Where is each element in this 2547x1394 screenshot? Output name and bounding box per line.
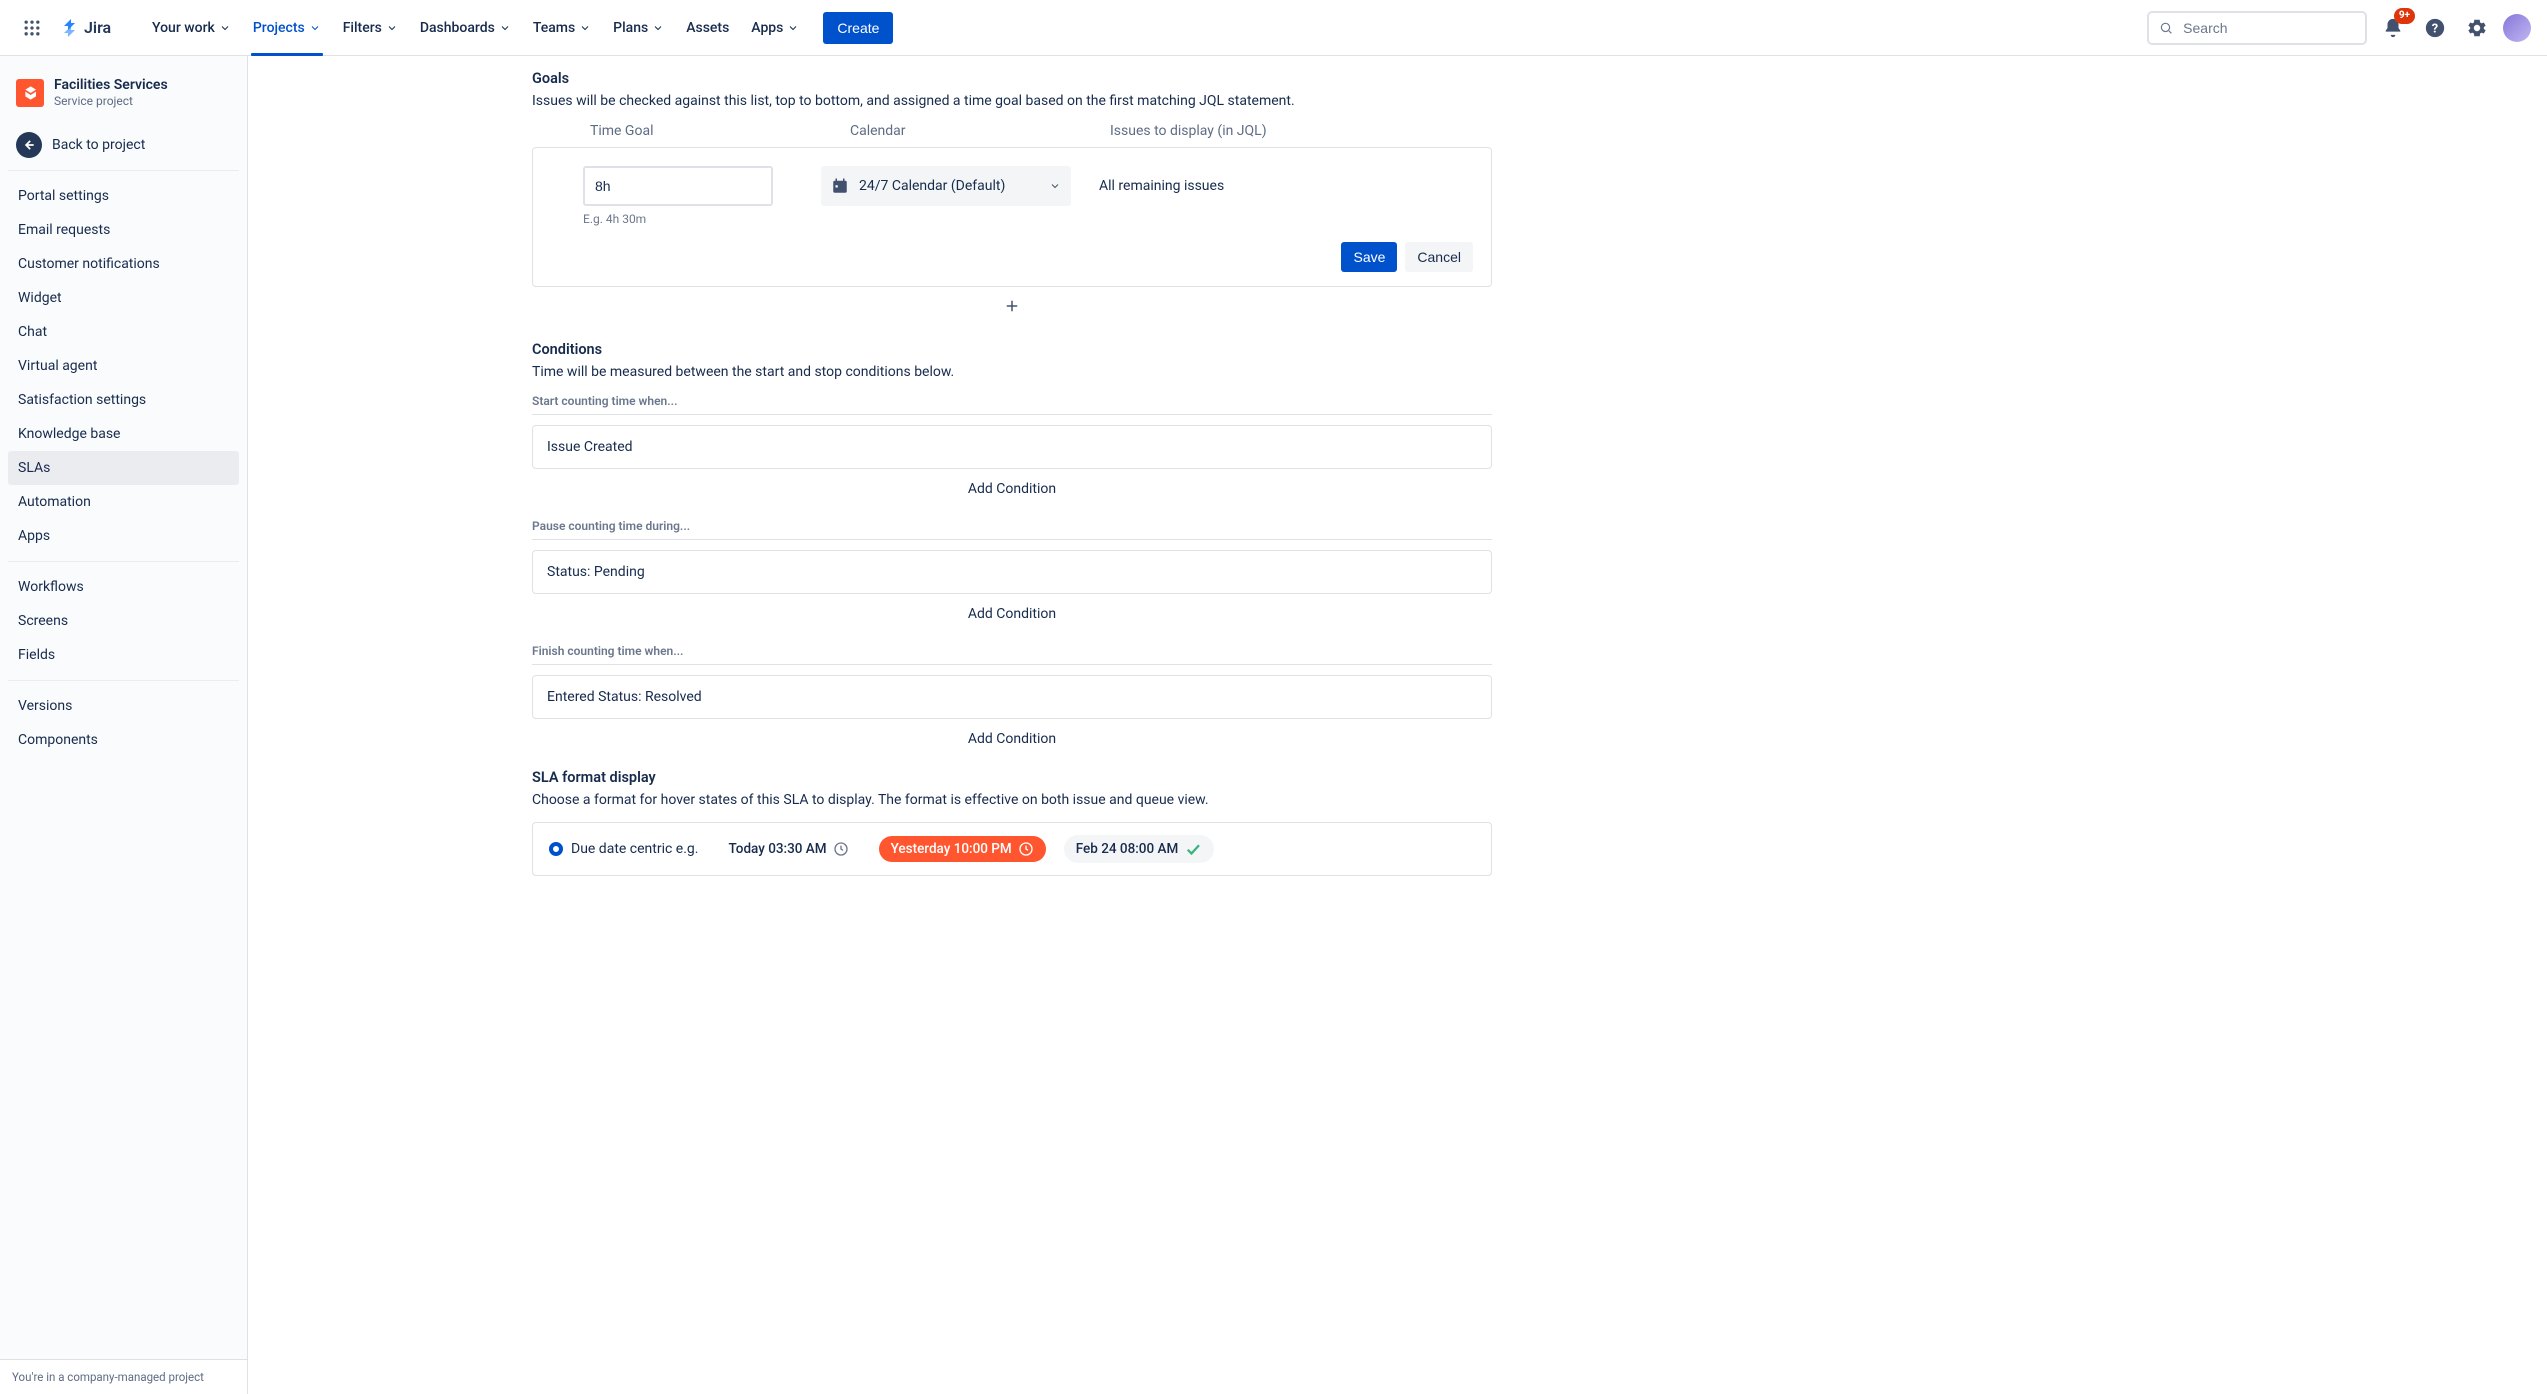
chevron-down-icon — [219, 22, 231, 34]
search-field[interactable] — [2181, 19, 2355, 37]
chevron-down-icon — [579, 22, 591, 34]
app-switcher-icon[interactable] — [16, 12, 48, 44]
sidebar-item-automation[interactable]: Automation — [8, 485, 239, 519]
back-icon — [16, 132, 42, 158]
chevron-down-icon — [309, 22, 321, 34]
sidebar: Facilities Services Service project Back… — [0, 56, 248, 1394]
start-label: Start counting time when... — [532, 394, 1492, 408]
sidebar-item-customer-notifications[interactable]: Customer notifications — [8, 247, 239, 281]
jira-logo[interactable]: Jira — [60, 16, 130, 40]
start-condition[interactable]: Issue Created — [532, 425, 1492, 469]
sidebar-item-widget[interactable]: Widget — [8, 281, 239, 315]
goals-title: Goals — [532, 70, 1492, 87]
goal-editor: 24/7 Calendar (Default) All remaining is… — [532, 147, 1492, 287]
format-desc: Choose a format for hover states of this… — [532, 792, 1492, 808]
add-start-condition[interactable]: Add Condition — [532, 477, 1492, 503]
jql-value: All remaining issues — [1081, 178, 1473, 194]
notifications-badge: 9+ — [2394, 8, 2415, 24]
nav-item-filters[interactable]: Filters — [333, 14, 408, 42]
help-icon[interactable]: ? — [2419, 12, 2451, 44]
svg-text:?: ? — [2432, 21, 2438, 36]
project-type: Service project — [54, 94, 168, 110]
nav-item-assets[interactable]: Assets — [676, 14, 739, 42]
sidebar-item-components[interactable]: Components — [8, 723, 239, 757]
back-to-project[interactable]: Back to project — [0, 122, 247, 170]
save-button[interactable]: Save — [1341, 242, 1397, 272]
format-option-label: Due date centric e.g. — [571, 841, 698, 857]
sidebar-item-knowledge-base[interactable]: Knowledge base — [8, 417, 239, 451]
add-finish-condition[interactable]: Add Condition — [532, 727, 1492, 753]
cancel-button[interactable]: Cancel — [1405, 242, 1473, 272]
sidebar-item-versions[interactable]: Versions — [8, 689, 239, 723]
project-header: Facilities Services Service project — [0, 56, 247, 122]
sidebar-item-screens[interactable]: Screens — [8, 604, 239, 638]
svg-text:Jira: Jira — [84, 18, 111, 37]
project-icon — [16, 79, 44, 107]
add-goal-button[interactable] — [532, 297, 1492, 315]
goals-desc: Issues will be checked against this list… — [532, 93, 1492, 109]
add-pause-condition[interactable]: Add Condition — [532, 602, 1492, 628]
sidebar-item-satisfaction-settings[interactable]: Satisfaction settings — [8, 383, 239, 417]
sidebar-item-slas[interactable]: SLAs — [8, 451, 239, 485]
nav-item-apps[interactable]: Apps — [741, 14, 809, 42]
plus-icon — [1003, 297, 1021, 315]
clock-icon — [833, 841, 849, 857]
notifications-icon[interactable]: 9+ — [2377, 12, 2409, 44]
nav-item-dashboards[interactable]: Dashboards — [410, 14, 521, 42]
time-goal-hint: E.g. 4h 30m — [583, 212, 1473, 226]
nav-item-plans[interactable]: Plans — [603, 14, 674, 42]
calendar-value: 24/7 Calendar (Default) — [859, 178, 1039, 194]
pause-label: Pause counting time during... — [532, 519, 1492, 533]
sidebar-item-fields[interactable]: Fields — [8, 638, 239, 672]
time-goal-input[interactable] — [583, 166, 773, 206]
pill-today: Today 03:30 AM — [716, 836, 860, 862]
back-label: Back to project — [52, 137, 145, 153]
header-calendar: Calendar — [850, 123, 1110, 139]
finish-condition[interactable]: Entered Status: Resolved — [532, 675, 1492, 719]
project-name: Facilities Services — [54, 76, 168, 94]
top-nav: Jira Your workProjectsFiltersDashboardsT… — [0, 0, 2547, 56]
calendar-select[interactable]: 24/7 Calendar (Default) — [821, 166, 1071, 206]
sidebar-item-portal-settings[interactable]: Portal settings — [8, 179, 239, 213]
search-input[interactable] — [2147, 11, 2367, 45]
header-jql: Issues to display (in JQL) — [1110, 123, 1492, 139]
chevron-down-icon — [499, 22, 511, 34]
format-title: SLA format display — [532, 769, 1492, 786]
sidebar-item-workflows[interactable]: Workflows — [8, 570, 239, 604]
chevron-down-icon — [652, 22, 664, 34]
sidebar-item-email-requests[interactable]: Email requests — [8, 213, 239, 247]
pause-condition[interactable]: Status: Pending — [532, 550, 1492, 594]
sidebar-item-apps[interactable]: Apps — [8, 519, 239, 553]
main-content: Goals Issues will be checked against thi… — [248, 56, 2547, 1394]
clock-alert-icon — [1018, 841, 1034, 857]
radio-icon — [549, 842, 563, 856]
profile-avatar[interactable] — [2503, 14, 2531, 42]
chevron-down-icon — [386, 22, 398, 34]
finish-label: Finish counting time when... — [532, 644, 1492, 658]
nav-item-projects[interactable]: Projects — [243, 14, 331, 42]
chevron-down-icon — [1049, 180, 1061, 192]
nav-item-teams[interactable]: Teams — [523, 14, 601, 42]
check-icon — [1184, 840, 1202, 858]
nav-item-your-work[interactable]: Your work — [142, 14, 241, 42]
sidebar-item-virtual-agent[interactable]: Virtual agent — [8, 349, 239, 383]
pill-feb: Feb 24 08:00 AM — [1064, 835, 1215, 863]
conditions-desc: Time will be measured between the start … — [532, 364, 1492, 380]
create-button[interactable]: Create — [823, 12, 893, 44]
pill-yesterday: Yesterday 10:00 PM — [879, 836, 1046, 862]
format-option-row: Due date centric e.g. Today 03:30 AM Yes… — [532, 822, 1492, 876]
chevron-down-icon — [787, 22, 799, 34]
format-radio-due-date[interactable]: Due date centric e.g. — [549, 841, 698, 857]
nav-items: Your workProjectsFiltersDashboardsTeamsP… — [142, 14, 809, 42]
sidebar-footer: You're in a company-managed project — [0, 1359, 247, 1394]
settings-icon[interactable] — [2461, 12, 2493, 44]
calendar-icon — [831, 177, 849, 195]
header-time-goal: Time Goal — [590, 123, 850, 139]
sidebar-item-chat[interactable]: Chat — [8, 315, 239, 349]
goals-headers: Time Goal Calendar Issues to display (in… — [532, 123, 1492, 147]
conditions-title: Conditions — [532, 341, 1492, 358]
